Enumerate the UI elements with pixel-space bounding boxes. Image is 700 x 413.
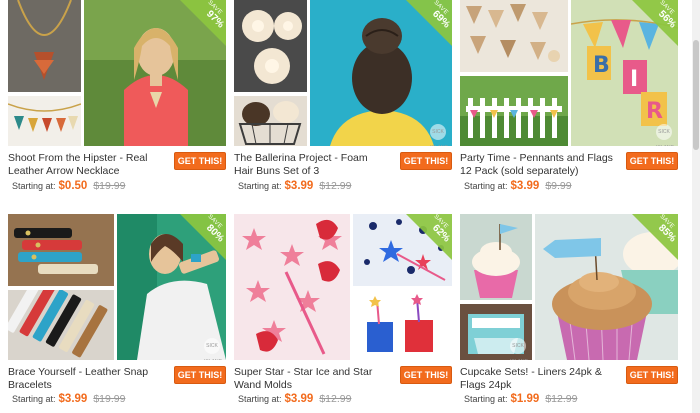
- product-image[interactable]: [8, 0, 81, 92]
- starting-at-label: Starting at:: [464, 394, 508, 404]
- get-this-button[interactable]: GET THIS!: [400, 366, 452, 384]
- original-price: $12.99: [319, 393, 352, 405]
- product-image[interactable]: [460, 0, 568, 72]
- sale-price: $1.99: [510, 393, 540, 405]
- sale-price: $0.50: [58, 180, 88, 192]
- product-card[interactable]: SAVE 62% Super Star - Star Ice and Star …: [234, 214, 452, 410]
- product-title[interactable]: The Ballerina Project - Foam Hair Buns S…: [234, 152, 389, 178]
- sale-price: $3.99: [58, 393, 88, 405]
- starting-at-label: Starting at:: [238, 394, 282, 404]
- product-image[interactable]: [234, 0, 307, 92]
- product-card[interactable]: SAVE 97% Shoot From the Hipster - Real L…: [8, 0, 226, 196]
- get-this-button[interactable]: GET THIS!: [626, 152, 678, 170]
- original-price: $12.99: [319, 180, 352, 192]
- starting-at-label: Starting at:: [464, 181, 508, 191]
- save-badge: SAVE 80%: [180, 214, 226, 260]
- product-image[interactable]: [353, 290, 452, 360]
- original-price: $12.99: [545, 393, 578, 405]
- price-row: Starting at: $0.50 $19.99: [12, 180, 125, 192]
- price-row: Starting at: $1.99 $12.99: [464, 393, 577, 405]
- vertical-scrollbar[interactable]: [692, 0, 700, 413]
- product-title[interactable]: Cupcake Sets! - Liners 24pk & Flags 24pk: [460, 366, 615, 392]
- save-badge: SAVE 97%: [180, 0, 226, 46]
- starting-at-label: Starting at:: [238, 181, 282, 191]
- svg-text:B: B: [593, 53, 610, 78]
- price-row: Starting at: $3.99 $19.99: [12, 393, 125, 405]
- svg-text:R: R: [646, 99, 663, 124]
- price-row: Starting at: $3.99 $9.99: [464, 180, 572, 192]
- get-this-button[interactable]: GET THIS!: [174, 152, 226, 170]
- product-image[interactable]: [8, 214, 114, 286]
- watermark: SICK ISLAND: [510, 338, 528, 360]
- scrollbar-thumb[interactable]: [693, 40, 699, 150]
- price-row: Starting at: $3.99 $12.99: [238, 393, 351, 405]
- product-image[interactable]: [460, 76, 568, 146]
- original-price: $19.99: [93, 393, 126, 405]
- watermark: SICK ISLAND: [430, 124, 448, 146]
- product-images[interactable]: SAVE 62%: [234, 214, 452, 360]
- get-this-button[interactable]: GET THIS!: [400, 152, 452, 170]
- sale-price: $3.99: [510, 180, 540, 192]
- save-badge: SAVE 62%: [406, 214, 452, 260]
- sale-price: $3.99: [284, 393, 314, 405]
- product-images[interactable]: SICK ISLAND SAVE 80%: [8, 214, 226, 360]
- product-images[interactable]: SAVE 97%: [8, 0, 226, 146]
- product-image[interactable]: [234, 214, 350, 360]
- original-price: $9.99: [545, 180, 572, 192]
- watermark: SICK ISLAND: [656, 124, 674, 146]
- product-card[interactable]: SICK ISLAND SAVE 69% The Ballerina Proje…: [234, 0, 452, 196]
- save-badge: SAVE 69%: [406, 0, 452, 46]
- save-badge: SAVE 85%: [632, 214, 678, 260]
- product-image[interactable]: [234, 96, 307, 146]
- product-title[interactable]: Shoot From the Hipster - Real Leather Ar…: [8, 152, 163, 178]
- product-images[interactable]: SICK ISLAND SAVE 69%: [234, 0, 452, 146]
- product-image[interactable]: [460, 214, 532, 300]
- product-image[interactable]: [8, 290, 114, 360]
- product-images[interactable]: B I R SICK ISLAND SAVE 56%: [460, 0, 678, 146]
- product-title[interactable]: Brace Yourself - Leather Snap Bracelets: [8, 366, 163, 392]
- product-card[interactable]: B I R SICK ISLAND SAVE 56% Party Time - …: [460, 0, 678, 196]
- save-badge: SAVE 56%: [632, 0, 678, 46]
- watermark: SICK ISLAND: [204, 338, 222, 360]
- original-price: $19.99: [93, 180, 126, 192]
- sale-price: $3.99: [284, 180, 314, 192]
- product-title[interactable]: Super Star - Star Ice and Star Wand Mold…: [234, 366, 389, 392]
- get-this-button[interactable]: GET THIS!: [174, 366, 226, 384]
- starting-at-label: Starting at:: [12, 394, 56, 404]
- product-card[interactable]: SICK ISLAND SAVE: [460, 214, 678, 410]
- product-images[interactable]: SICK ISLAND SAVE: [460, 214, 678, 360]
- product-title[interactable]: Party Time - Pennants and Flags 12 Pack …: [460, 152, 615, 178]
- product-image[interactable]: [8, 96, 81, 146]
- product-card[interactable]: SICK ISLAND SAVE 80% Brace Yourself - Le…: [8, 214, 226, 410]
- price-row: Starting at: $3.99 $12.99: [238, 180, 351, 192]
- svg-text:I: I: [630, 67, 638, 92]
- starting-at-label: Starting at:: [12, 181, 56, 191]
- product-image[interactable]: SICK ISLAND: [460, 304, 532, 360]
- get-this-button[interactable]: GET THIS!: [626, 366, 678, 384]
